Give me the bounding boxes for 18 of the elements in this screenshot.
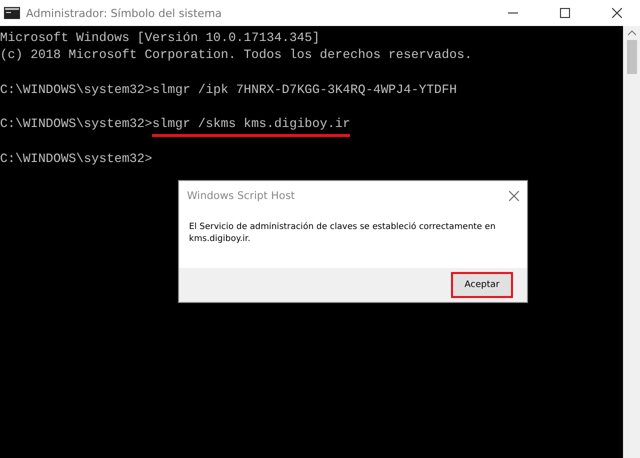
accept-button[interactable]: Aceptar [451, 272, 513, 298]
scrollbar[interactable] [623, 26, 640, 458]
dialog-title: Windows Script Host [187, 190, 295, 202]
console-icon [4, 7, 20, 19]
dialog-message: El Servicio de administración de claves se estableció correctamente en kms.digiboy.ir. [188, 221, 497, 246]
command-prompt: C:\WINDOWS\system32> [0, 80, 152, 98]
window-title: Administrador: Símbolo del sistema [26, 6, 223, 20]
console-output: (c) 2018 Microsoft Corporation. Todos los derechos reservados. [0, 46, 472, 64]
scroll-thumb[interactable] [626, 40, 636, 74]
console-output: Microsoft Windows [Versión 10.0.17134.345] [0, 29, 320, 46]
command-prompt: C:\WINDOWS\system32> [0, 150, 152, 168]
close-icon[interactable] [612, 8, 622, 18]
console-command: slmgr /ipk 7HNRX-D7KGG-3K4RQ-4WPJ4-YTDFH [152, 80, 457, 98]
scroll-up-icon[interactable] [628, 30, 636, 36]
console-command: slmgr /skms kms.digiboy.ir [152, 115, 350, 137]
close-icon[interactable] [509, 191, 519, 201]
maximize-icon[interactable] [560, 8, 570, 18]
command-prompt: C:\WINDOWS\system32> [0, 115, 152, 133]
